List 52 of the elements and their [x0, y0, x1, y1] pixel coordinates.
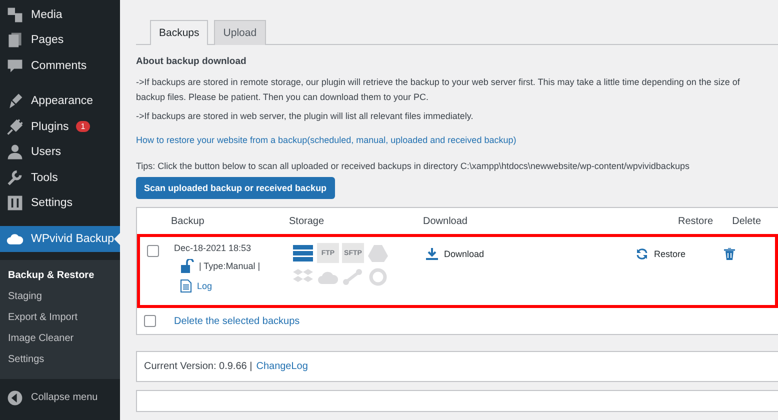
menu-item[interactable]: Tools	[0, 165, 120, 190]
select-checkbox[interactable]	[144, 315, 156, 327]
tab[interactable]: Upload	[214, 20, 266, 45]
column-header: Storage	[289, 216, 326, 226]
submenu-item[interactable]: Image Cleaner	[0, 329, 120, 350]
column-header: Delete	[731, 216, 762, 226]
user-icon	[6, 143, 24, 162]
padlock-icon[interactable]	[180, 259, 194, 273]
trash-icon[interactable]	[724, 248, 735, 260]
collapse-menu-button[interactable]: Collapse menu	[0, 385, 120, 410]
menu-item[interactable]: Appearance	[0, 88, 120, 114]
submenu-item[interactable]: Staging	[0, 287, 120, 308]
submenu-item[interactable]: Settings	[0, 350, 120, 371]
media-icon	[6, 6, 24, 24]
section-title: About backup download	[136, 56, 248, 67]
sliders-icon	[6, 194, 24, 212]
menu-item[interactable]: Settings	[0, 190, 120, 216]
version-text: Current Version: 0.9.66 |	[144, 361, 252, 372]
column-header: Backup	[171, 216, 206, 226]
tab[interactable]: Backups	[150, 20, 208, 45]
collapse-icon	[6, 388, 24, 407]
menu-item[interactable]: Media	[0, 2, 120, 28]
log-link[interactable]: Log	[197, 281, 212, 291]
submenu-item[interactable]: Export & Import	[0, 308, 120, 329]
changelog-link[interactable]: ChangeLog	[256, 361, 308, 372]
wrench-icon	[6, 168, 24, 187]
pages-icon	[6, 31, 24, 50]
download-link[interactable]: Download	[444, 249, 484, 259]
backup-type: | Type:Manual |	[199, 261, 260, 271]
submenu-item[interactable]: Backup & Restore	[0, 266, 120, 287]
column-header: Restore	[676, 216, 714, 226]
speech-bubble-icon	[6, 56, 24, 75]
document-icon	[180, 279, 192, 293]
backup-date: Dec-18-2021 18:53	[174, 243, 252, 253]
menu-item[interactable]: Comments	[0, 53, 120, 78]
tips-text: Tips: Click the button below to scan all uploaded or received backups in directory C:\xampp\htdocs\newwebsite/wp-content/wpvividbackups	[136, 161, 690, 171]
info-text: ->If backups are stored in remote storage, our plugin will retrieve the backup to your web server first. This may take a little time depending on the size of backup files. Please be patient. Then you can download them to your PC.	[136, 76, 741, 104]
menu-item[interactable]: Plugins 1	[0, 114, 120, 140]
plug-icon	[6, 118, 24, 136]
delete-selected-link[interactable]: Delete the selected backups	[174, 316, 300, 326]
column-header: Download	[423, 216, 468, 226]
scan-button[interactable]: Scan uploaded backup or received backup	[136, 177, 335, 199]
download-icon	[426, 248, 438, 260]
help-link[interactable]: How to restore your website from a backup(scheduled, manual, uploaded and received backup)	[136, 135, 516, 145]
refresh-icon	[636, 248, 648, 260]
menu-item[interactable]: WPvivid Backup	[0, 226, 120, 252]
row-checkbox[interactable]	[147, 245, 159, 257]
update-count-badge: 1	[76, 121, 90, 132]
info-text: ->If backups are stored in web server, the plugin will list all relevant files immediately.	[136, 110, 474, 123]
menu-item[interactable]: Users	[0, 140, 120, 165]
restore-link[interactable]: Restore	[654, 249, 686, 259]
menu-item[interactable]: Pages	[0, 28, 120, 53]
